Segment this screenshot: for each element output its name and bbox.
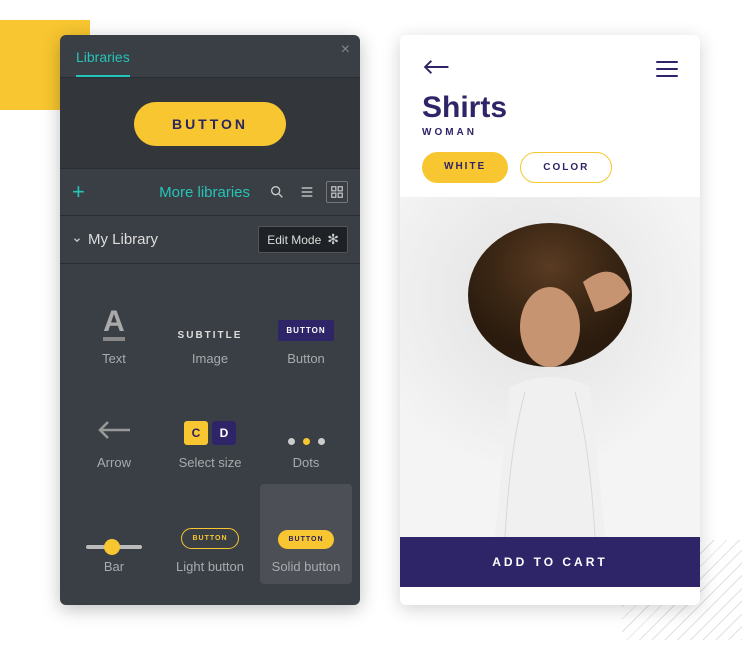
grid-view-icon[interactable] — [326, 181, 348, 203]
phone-title-block: Shirts WOMAN — [400, 91, 700, 138]
library-section-header: My Library Edit Mode ✻ — [60, 216, 360, 264]
dot — [288, 438, 295, 445]
select-size-sample: C D — [184, 421, 236, 445]
dots-sample — [288, 438, 325, 445]
chip-white[interactable]: WHITE — [422, 152, 508, 183]
library-item-image[interactable]: SUBTITLE Image — [164, 276, 256, 376]
add-icon[interactable]: + — [72, 179, 85, 205]
library-item-arrow[interactable]: Arrow — [68, 380, 160, 480]
close-icon[interactable]: × — [341, 41, 350, 59]
library-item-label: Bar — [104, 559, 124, 574]
edit-mode-button[interactable]: Edit Mode ✻ — [258, 226, 348, 253]
library-item-solid-button[interactable]: BUTTON Solid button — [260, 484, 352, 584]
library-item-label: Light button — [176, 559, 244, 574]
light-button-sample: BUTTON — [181, 528, 238, 549]
phone-header — [400, 35, 700, 91]
edit-mode-label: Edit Mode — [267, 233, 321, 247]
library-item-bar[interactable]: Bar — [68, 484, 160, 584]
phone-preview: Shirts WOMAN WHITE COLOR ADD TO CART — [400, 35, 700, 605]
arrow-left-icon — [96, 420, 132, 445]
hero-button-sample[interactable]: BUTTON — [134, 102, 286, 146]
chevron-down-icon — [72, 235, 82, 245]
subtitle-sample: SUBTITLE — [178, 330, 243, 341]
page-title: Shirts — [422, 91, 678, 125]
size-c: C — [184, 421, 208, 445]
library-item-text[interactable]: A Text — [68, 276, 160, 376]
dot-active — [303, 438, 310, 445]
product-image — [400, 197, 700, 537]
add-to-cart-button[interactable]: ADD TO CART — [400, 537, 700, 587]
button-sample: BUTTON — [278, 320, 333, 341]
library-item-label: Image — [192, 351, 228, 366]
library-item-dots[interactable]: Dots — [260, 380, 352, 480]
page-subtitle: WOMAN — [422, 127, 678, 138]
hero-preview-area: BUTTON — [60, 78, 360, 169]
chip-color[interactable]: COLOR — [520, 152, 612, 183]
slider-sample — [86, 545, 142, 549]
panel-tabbar: Libraries — [60, 35, 360, 78]
search-icon[interactable] — [266, 181, 288, 203]
libraries-panel: × Libraries BUTTON + More libraries My L… — [60, 35, 360, 605]
model-illustration — [445, 217, 655, 537]
library-item-label: Button — [287, 351, 325, 366]
library-item-label: Arrow — [97, 455, 131, 470]
library-item-label: Dots — [293, 455, 320, 470]
more-libraries-link[interactable]: More libraries — [159, 184, 250, 201]
back-arrow-icon[interactable] — [422, 55, 450, 83]
filter-chips: WHITE COLOR — [400, 138, 700, 191]
library-item-light-button[interactable]: BUTTON Light button — [164, 484, 256, 584]
solid-button-sample: BUTTON — [278, 530, 333, 549]
size-d: D — [212, 421, 236, 445]
library-grid: A Text SUBTITLE Image BUTTON Button Arro… — [60, 264, 360, 596]
my-library-toggle[interactable]: My Library — [72, 231, 158, 248]
text-icon: A — [103, 307, 125, 341]
tab-libraries[interactable]: Libraries — [76, 49, 130, 77]
library-item-select-size[interactable]: C D Select size — [164, 380, 256, 480]
library-item-label: Solid button — [272, 559, 341, 574]
hamburger-menu-icon[interactable] — [656, 61, 678, 77]
my-library-label: My Library — [88, 231, 158, 248]
list-view-icon[interactable] — [296, 181, 318, 203]
dot — [318, 438, 325, 445]
library-item-button[interactable]: BUTTON Button — [260, 276, 352, 376]
library-item-label: Select size — [179, 455, 242, 470]
gear-icon: ✻ — [327, 231, 339, 248]
library-item-label: Text — [102, 351, 126, 366]
panel-toolbar: + More libraries — [60, 169, 360, 216]
